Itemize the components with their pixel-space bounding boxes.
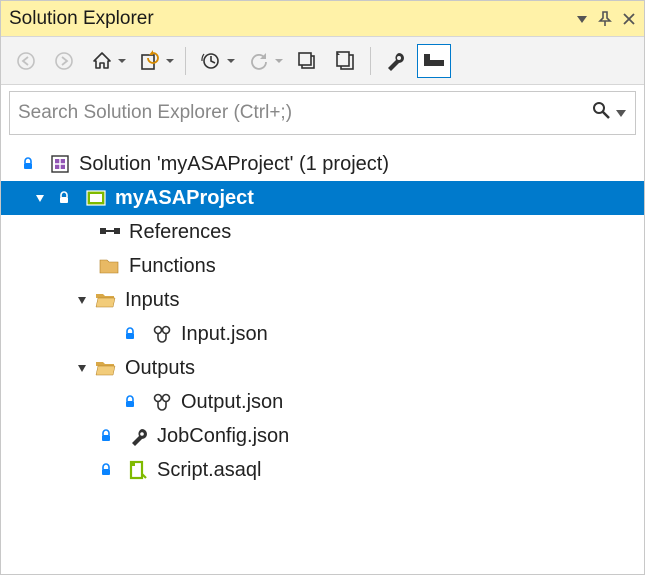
references-icon [97, 225, 123, 239]
json-file-icon [149, 324, 175, 344]
titlebar: Solution Explorer [1, 1, 644, 37]
pin-icon[interactable] [598, 11, 612, 27]
tree-item-label: myASAProject [115, 187, 254, 210]
properties-button[interactable] [379, 44, 413, 78]
toolbar-separator [185, 47, 186, 75]
toolbar [1, 37, 644, 85]
tree-item-inputs[interactable]: Inputs [1, 283, 644, 317]
tree-item-label: Solution 'myASAProject' (1 project) [79, 153, 389, 176]
solution-tree: Solution 'myASAProject' (1 project) myAS… [1, 139, 644, 487]
tree-item-label: Inputs [125, 289, 179, 312]
project-icon [83, 187, 109, 209]
back-button[interactable] [9, 44, 43, 78]
search-input[interactable] [18, 102, 591, 124]
panel-title: Solution Explorer [9, 8, 576, 30]
search-bar[interactable] [9, 91, 636, 135]
tree-item-label: References [129, 221, 231, 244]
pending-changes-button[interactable] [194, 44, 238, 78]
folder-open-icon [93, 358, 119, 378]
expand-collapse-icon[interactable] [73, 291, 91, 309]
tree-item-project[interactable]: myASAProject [1, 181, 644, 215]
expand-collapse-icon[interactable] [73, 359, 91, 377]
sync-active-document-button[interactable] [133, 44, 177, 78]
window-position-dropdown-icon[interactable] [576, 13, 588, 25]
tree-item-file[interactable]: Input.json [1, 317, 644, 351]
padlock-icon [93, 429, 119, 443]
tree-item-label: Outputs [125, 357, 195, 380]
folder-icon [97, 256, 123, 276]
home-button[interactable] [85, 44, 129, 78]
folder-open-icon [93, 290, 119, 310]
tree-item-label: Output.json [181, 391, 283, 414]
search-icon[interactable] [591, 100, 613, 127]
tree-item-solution[interactable]: Solution 'myASAProject' (1 project) [1, 147, 644, 181]
search-dropdown-icon[interactable] [615, 103, 627, 124]
forward-button[interactable] [47, 44, 81, 78]
padlock-icon [117, 327, 143, 341]
close-icon[interactable] [622, 12, 636, 26]
tree-item-label: Script.asaql [157, 459, 262, 482]
tree-item-label: Input.json [181, 323, 268, 346]
tree-item-file[interactable]: JobConfig.json [1, 419, 644, 453]
tree-item-functions[interactable]: Functions [1, 249, 644, 283]
show-all-files-button[interactable] [328, 44, 362, 78]
preview-selected-button[interactable] [417, 44, 451, 78]
tree-item-outputs[interactable]: Outputs [1, 351, 644, 385]
json-file-icon [149, 392, 175, 412]
collapse-all-button[interactable] [290, 44, 324, 78]
padlock-icon [15, 157, 41, 171]
tree-item-file[interactable]: Script.asaql [1, 453, 644, 487]
script-file-icon [125, 460, 151, 480]
tree-item-label: Functions [129, 255, 216, 278]
toolbar-separator [370, 47, 371, 75]
tree-item-label: JobConfig.json [157, 425, 289, 448]
tree-item-references[interactable]: References [1, 215, 644, 249]
refresh-button[interactable] [242, 44, 286, 78]
padlock-icon [93, 463, 119, 477]
padlock-icon [117, 395, 143, 409]
tree-item-file[interactable]: Output.json [1, 385, 644, 419]
padlock-icon [51, 191, 77, 205]
expand-collapse-icon[interactable] [31, 189, 49, 207]
solution-icon [47, 153, 73, 175]
config-file-icon [125, 426, 151, 446]
